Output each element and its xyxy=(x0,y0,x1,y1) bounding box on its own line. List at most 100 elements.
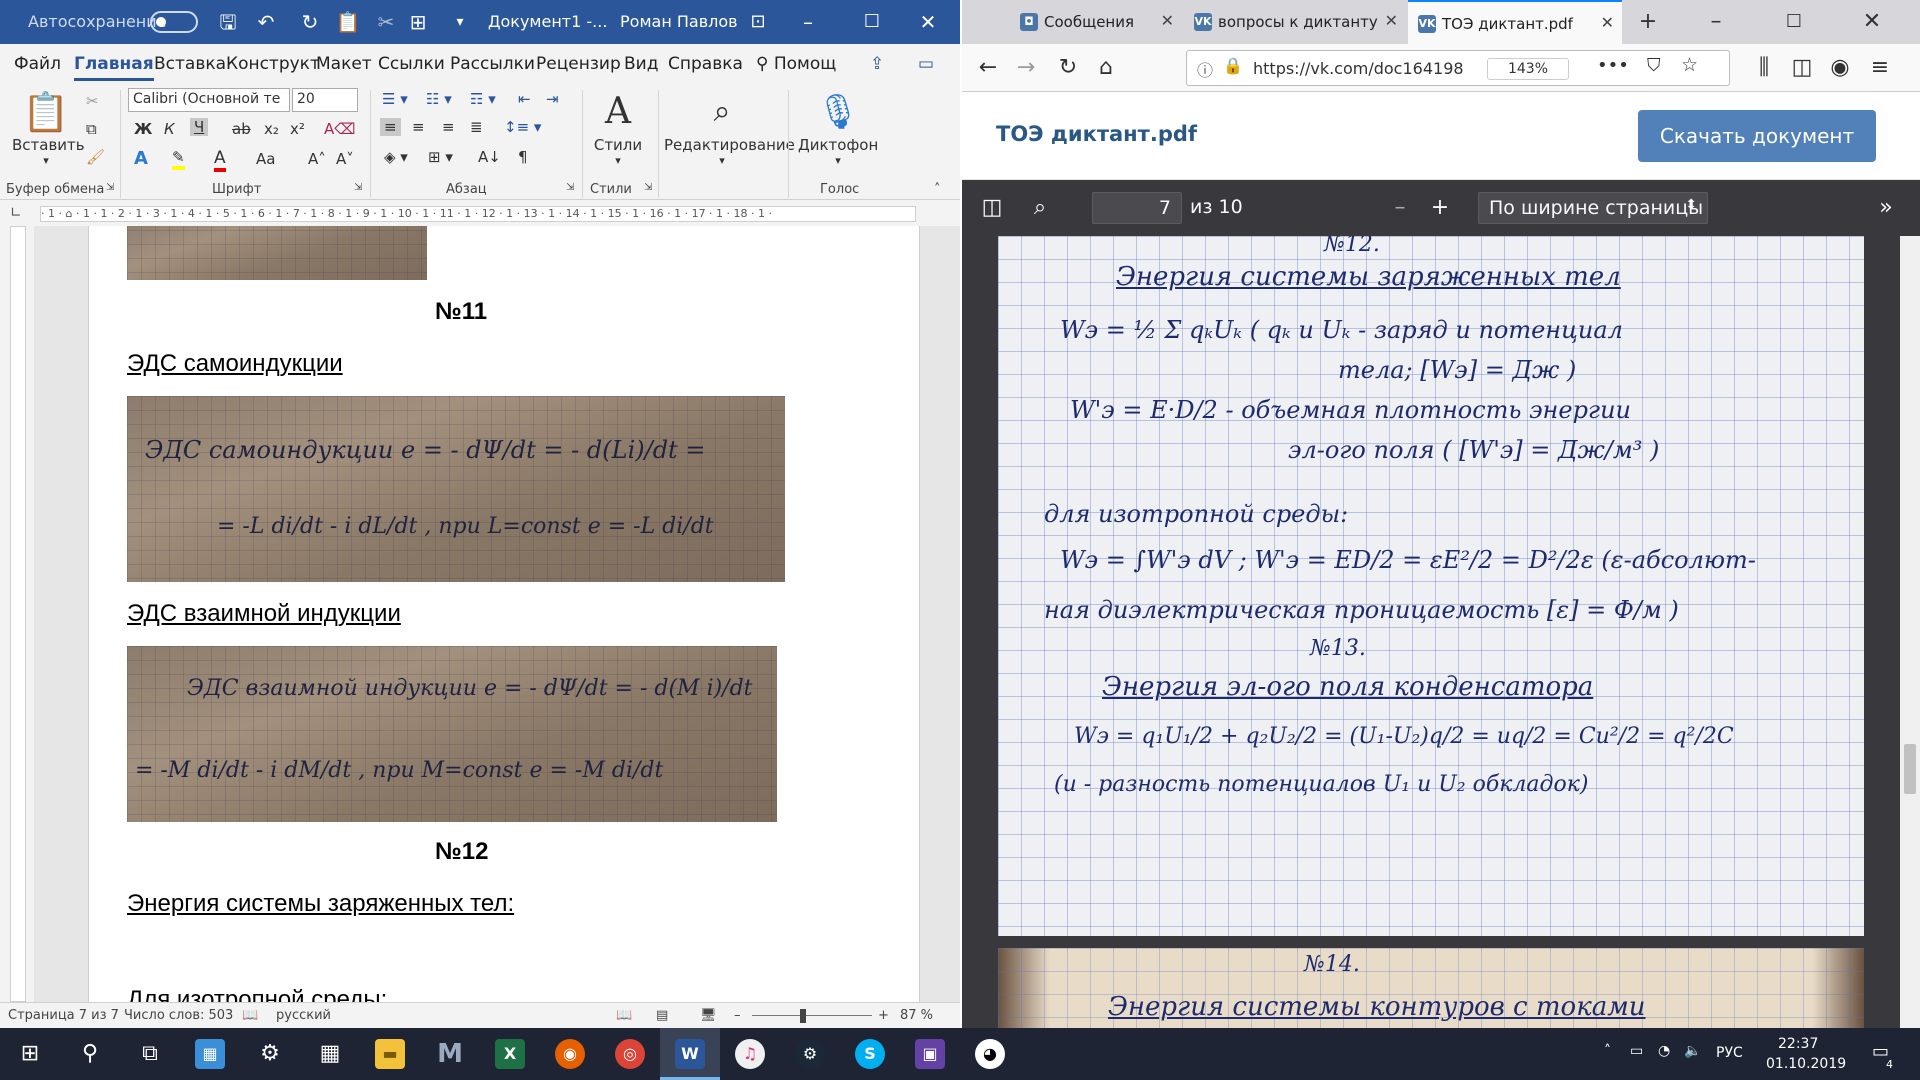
clock-time[interactable]: 22:37 xyxy=(1778,1036,1818,1052)
align-right-icon[interactable]: ≡ xyxy=(442,118,455,136)
comments-icon[interactable]: ▭ xyxy=(918,54,934,74)
minimize-icon[interactable]: – xyxy=(1702,8,1730,36)
dialog-launcher-icon[interactable]: ⇲ xyxy=(644,182,652,193)
menu-icon[interactable]: ≡ xyxy=(1866,54,1894,82)
mathcad-icon[interactable]: M xyxy=(420,1028,480,1080)
pdf-scrollbar[interactable] xyxy=(1900,236,1920,1028)
language[interactable]: русский xyxy=(276,1008,331,1023)
bullets-icon[interactable]: ☰ ▾ xyxy=(382,90,408,108)
italic-button[interactable]: К xyxy=(164,120,175,138)
highlight-icon[interactable]: ✎ xyxy=(172,148,185,170)
tab-layout[interactable]: Макет xyxy=(316,54,372,74)
browser-tab-questions[interactable]: VK вопросы к диктанту ✕ xyxy=(1184,0,1406,44)
tab-design[interactable]: Конструкт xyxy=(226,54,320,74)
battery-icon[interactable]: ▭ xyxy=(1630,1043,1643,1059)
tab-home[interactable]: Главная xyxy=(74,54,154,81)
url-text[interactable]: https://vk.com/doc164198 xyxy=(1253,59,1463,78)
subscript-button[interactable]: x₂ xyxy=(264,120,279,138)
show-marks-icon[interactable]: ¶ xyxy=(518,148,528,166)
sidebar-icon[interactable]: ◫ xyxy=(1788,54,1816,82)
dialog-launcher-icon[interactable]: ⇲ xyxy=(106,182,114,193)
zoom-in-icon[interactable]: + xyxy=(878,1008,889,1023)
bookmark-star-icon[interactable]: ☆ xyxy=(1681,54,1698,76)
close-tab-icon[interactable]: ✕ xyxy=(1161,11,1174,30)
shrink-font-button[interactable]: A˅ xyxy=(336,150,354,168)
dialog-launcher-icon[interactable]: ⇲ xyxy=(354,182,362,193)
format-painter-quick-icon[interactable]: ✂ xyxy=(372,8,400,36)
browser-tab-messages[interactable]: ◘ Сообщения ✕ xyxy=(1010,0,1182,44)
styles-button[interactable]: A Стили ▾ xyxy=(590,88,646,167)
paste-button[interactable]: 📋 Вставить ▾ xyxy=(12,88,85,167)
multilevel-list-icon[interactable]: ☶ ▾ xyxy=(470,90,496,108)
zoom-level[interactable]: 87 % xyxy=(900,1008,933,1023)
close-tab-icon[interactable]: ✕ xyxy=(1601,13,1614,32)
photo-previous[interactable] xyxy=(127,226,427,280)
forward-icon[interactable]: → xyxy=(1012,54,1040,82)
zoom-out-icon[interactable]: – xyxy=(1386,194,1414,222)
share-icon[interactable]: ⇪ xyxy=(870,54,884,74)
page-number-input[interactable]: 7 xyxy=(1092,192,1182,224)
tab-selector-icon[interactable]: ∟ xyxy=(10,205,22,221)
superscript-button[interactable]: x² xyxy=(290,120,305,138)
tab-view[interactable]: Вид xyxy=(624,54,658,74)
file-explorer-icon[interactable]: ▬ xyxy=(360,1028,420,1080)
word-icon[interactable]: W xyxy=(660,1028,720,1080)
clock-date[interactable]: 01.10.2019 xyxy=(1766,1056,1846,1072)
scrollbar-thumb[interactable] xyxy=(1904,744,1916,794)
user-name[interactable]: Роман Павлов xyxy=(620,12,738,31)
zoom-slider-thumb[interactable] xyxy=(800,1009,806,1023)
zoom-out-icon[interactable]: – xyxy=(734,1008,741,1023)
steam-icon[interactable]: ⚙ xyxy=(780,1028,840,1080)
close-tab-icon[interactable]: ✕ xyxy=(1385,11,1398,30)
justify-icon[interactable]: ≣ xyxy=(470,118,483,136)
dialog-launcher-icon[interactable]: ⇲ xyxy=(566,182,574,193)
minimize-icon[interactable]: – xyxy=(794,8,822,36)
bold-button[interactable]: Ж xyxy=(134,120,152,138)
settings-gear-icon[interactable]: ⚙ xyxy=(240,1028,300,1080)
sort-icon[interactable]: A↓ xyxy=(478,148,501,166)
windows-start-icon[interactable]: ⊞ xyxy=(0,1028,60,1080)
font-name-box[interactable]: Calibri (Основной те xyxy=(128,88,290,112)
copy-icon[interactable]: ⧉ xyxy=(86,120,97,138)
account-icon[interactable]: ◉ xyxy=(1826,54,1854,82)
print-layout-icon[interactable]: ▤ xyxy=(656,1008,668,1023)
document-page[interactable]: №11 ЭДС самоиндукции ЭДС самоиндукции e … xyxy=(88,226,920,1002)
volume-icon[interactable]: 🔈 xyxy=(1684,1043,1701,1059)
pdf-viewer[interactable]: №12. Энергия системы заряженных тел Wэ =… xyxy=(962,236,1920,1028)
word-count[interactable]: Число слов: 503 xyxy=(124,1008,233,1023)
proofing-icon[interactable]: 📖 xyxy=(242,1008,258,1023)
align-left-icon[interactable]: ≡ xyxy=(380,118,401,136)
cut-icon[interactable]: ✂ xyxy=(86,92,99,110)
pocket-icon[interactable]: ⛉ xyxy=(1647,55,1661,76)
chrome-icon[interactable]: ◎ xyxy=(600,1028,660,1080)
reload-icon[interactable]: ↻ xyxy=(1054,54,1082,82)
wifi-icon[interactable]: ◔ xyxy=(1658,1043,1670,1059)
new-tab-icon[interactable]: + xyxy=(1634,8,1662,36)
underline-button[interactable]: Ч xyxy=(190,118,209,136)
strikethrough-button[interactable]: ab xyxy=(232,120,251,138)
redo-icon[interactable]: ↻ xyxy=(296,8,324,36)
browser-tab-pdf[interactable]: VK ТОЭ диктант.pdf ✕ xyxy=(1408,0,1622,44)
customize-qat-icon[interactable]: ▾ xyxy=(446,8,474,36)
save-icon[interactable]: 🖫 xyxy=(214,8,242,36)
tab-references[interactable]: Ссылки xyxy=(378,54,445,74)
photo-eds-self[interactable]: ЭДС самоиндукции e = - dΨ/dt = - d(Li)/d… xyxy=(127,396,785,582)
format-painter-icon[interactable]: 🖌 xyxy=(86,148,105,166)
search-icon[interactable]: ⚲ xyxy=(60,1028,120,1080)
text-effects-icon[interactable]: A xyxy=(134,148,148,169)
page-count[interactable]: Страница 7 из 7 xyxy=(8,1008,119,1023)
grow-font-button[interactable]: A˄ xyxy=(308,150,326,168)
shading-icon[interactable]: ◈ ▾ xyxy=(384,148,408,166)
maximize-icon[interactable]: ☐ xyxy=(858,8,886,36)
itunes-icon[interactable]: ♫ xyxy=(720,1028,780,1080)
editing-button[interactable]: ⌕ Редактирование ▾ xyxy=(664,88,795,167)
back-icon[interactable]: ← xyxy=(974,54,1002,82)
undo-icon[interactable]: ↶ xyxy=(252,8,280,36)
read-mode-icon[interactable]: 📖 xyxy=(616,1008,632,1023)
zoom-indicator[interactable]: 143% xyxy=(1487,58,1569,80)
collapse-ribbon-icon[interactable]: ˄ xyxy=(934,182,941,197)
dictate-button[interactable]: 🎙 Диктофон ▾ xyxy=(798,88,878,167)
download-button[interactable]: Скачать документ xyxy=(1638,110,1876,162)
close-icon[interactable]: ✕ xyxy=(914,8,942,36)
decrease-indent-icon[interactable]: ⇤ xyxy=(518,90,531,108)
